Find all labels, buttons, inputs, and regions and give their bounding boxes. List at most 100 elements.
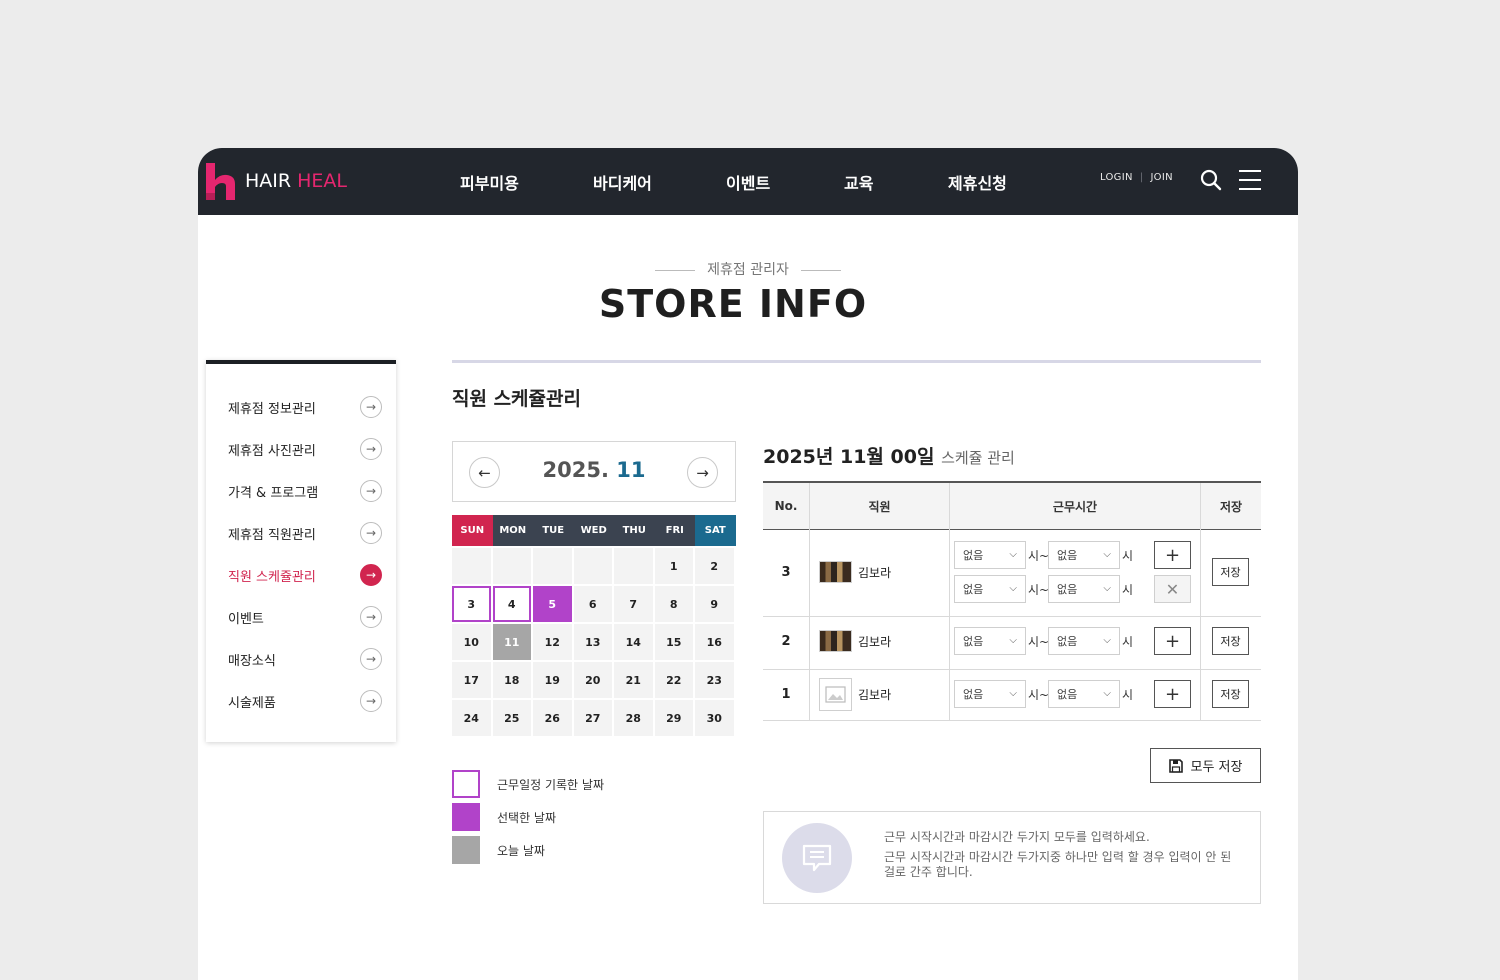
hour-unit-from: 시~ — [1028, 688, 1050, 702]
staff-cell: 김보라 — [819, 678, 891, 711]
sidebar-item-products[interactable]: 시술제품 → — [228, 688, 382, 714]
weekday-wed: WED — [573, 515, 614, 546]
calendar-day[interactable]: 23 — [695, 662, 734, 698]
start-hour-select[interactable]: 없음 ⌵ — [954, 575, 1026, 603]
add-slot-button[interactable]: + — [1154, 680, 1191, 708]
login-link[interactable]: LOGIN — [1100, 172, 1133, 183]
end-hour-select[interactable]: 없음 ⌵ — [1048, 575, 1120, 603]
calendar-day[interactable]: 18 — [492, 662, 531, 698]
weekday-mon: MON — [492, 515, 533, 546]
start-hour-select[interactable]: 없음 ⌵ — [954, 627, 1026, 655]
staff-name: 김보라 — [858, 565, 892, 580]
calendar-day[interactable]: 7 — [614, 586, 653, 622]
arrow-right-icon: → — [360, 690, 382, 712]
staff-cell: 김보라 — [819, 630, 891, 652]
calendar-day[interactable]: 5 — [533, 586, 572, 622]
legend-item-selected: 선택한 날짜 — [452, 803, 604, 831]
calendar-day[interactable]: 12 — [533, 624, 572, 660]
sidebar-item-label: 제휴점 정보관리 — [228, 401, 316, 417]
sidebar-item-staff-schedule[interactable]: 직원 스케쥴관리 → — [228, 562, 382, 588]
sidebar-item-store-info[interactable]: 제휴점 정보관리 → — [228, 394, 382, 420]
calendar-day[interactable]: 26 — [533, 700, 572, 736]
chevron-down-icon: ⌵ — [1009, 583, 1017, 594]
calendar-day[interactable]: 4 — [492, 586, 531, 622]
column-header-no: No. — [763, 483, 809, 529]
sidebar-item-price-program[interactable]: 가격 & 프로그램 → — [228, 478, 382, 504]
calendar-day[interactable]: 9 — [695, 586, 734, 622]
row-save-button[interactable]: 저장 — [1212, 558, 1249, 586]
nav-item-partnership[interactable]: 제휴신청 — [948, 170, 1007, 194]
chevron-down-icon: ⌵ — [1103, 583, 1111, 594]
calendar-day[interactable]: 21 — [614, 662, 653, 698]
sidebar-item-label: 제휴점 사진관리 — [228, 443, 316, 459]
calendar-day[interactable]: 20 — [573, 662, 612, 698]
calendar-day[interactable]: 1 — [654, 548, 693, 584]
calendar-day[interactable]: 15 — [654, 624, 693, 660]
logo[interactable]: HAIR HEAL — [206, 162, 347, 200]
calendar-day[interactable]: 27 — [573, 700, 612, 736]
nav-item-education[interactable]: 교육 — [844, 170, 873, 194]
sidebar-item-store-photos[interactable]: 제휴점 사진관리 → — [228, 436, 382, 462]
chevron-down-icon: ⌵ — [1103, 688, 1111, 699]
weekday-sat: SAT — [695, 515, 736, 546]
start-hour-select[interactable]: 없음 ⌵ — [954, 541, 1026, 569]
end-hour-select[interactable]: 없음 ⌵ — [1048, 541, 1120, 569]
row-save-button[interactable]: 저장 — [1212, 680, 1249, 708]
calendar-day[interactable]: 16 — [695, 624, 734, 660]
calendar-day[interactable]: 8 — [654, 586, 693, 622]
close-icon: ✕ — [1165, 579, 1180, 599]
end-hour-select[interactable]: 없음 ⌵ — [1048, 680, 1120, 708]
legend-swatch-selected — [452, 803, 480, 831]
calendar-day[interactable]: 13 — [573, 624, 612, 660]
join-link[interactable]: JOIN — [1150, 172, 1172, 183]
calendar-day[interactable]: 19 — [533, 662, 572, 698]
calendar-day[interactable]: 28 — [614, 700, 653, 736]
sidebar-menu: 제휴점 정보관리 → 제휴점 사진관리 → 가격 & 프로그램 → 제휴점 직원… — [206, 360, 396, 742]
add-slot-button[interactable]: + — [1154, 627, 1191, 655]
next-month-button[interactable]: → — [687, 457, 718, 488]
staff-photo — [819, 630, 852, 652]
calendar-empty-cell — [573, 548, 612, 584]
calendar-empty-cell — [533, 548, 572, 584]
nav-item-event[interactable]: 이벤트 — [726, 170, 770, 194]
sidebar-item-staff[interactable]: 제휴점 직원관리 → — [228, 520, 382, 546]
logo-mark-icon — [206, 162, 235, 200]
subtitle-rule-left — [655, 269, 696, 271]
calendar-day[interactable]: 25 — [492, 700, 531, 736]
weekday-thu: THU — [614, 515, 655, 546]
arrow-right-icon: → — [360, 648, 382, 670]
column-header-hours: 근무시간 — [950, 483, 1200, 529]
save-all-button[interactable]: 모두 저장 — [1150, 748, 1261, 783]
remove-slot-button[interactable]: ✕ — [1154, 575, 1191, 603]
calendar-day[interactable]: 14 — [614, 624, 653, 660]
staff-name: 김보라 — [858, 688, 892, 702]
calendar-day[interactable]: 29 — [654, 700, 693, 736]
nav-item-body-care[interactable]: 바디케어 — [593, 170, 652, 194]
nav-item-skin-care[interactable]: 피부미용 — [460, 170, 519, 194]
hamburger-menu-icon[interactable] — [1238, 169, 1262, 191]
arrow-right-icon: → — [360, 564, 382, 586]
sidebar-item-event[interactable]: 이벤트 → — [228, 604, 382, 630]
calendar-day[interactable]: 17 — [452, 662, 491, 698]
weekday-row: SUN MON TUE WED THU FRI SAT — [452, 515, 736, 546]
calendar-day[interactable]: 24 — [452, 700, 491, 736]
calendar-day[interactable]: 2 — [695, 548, 734, 584]
sidebar-item-store-news[interactable]: 매장소식 → — [228, 646, 382, 672]
calendar-day[interactable]: 22 — [654, 662, 693, 698]
add-slot-button[interactable]: + — [1154, 541, 1191, 569]
column-divider — [1200, 483, 1201, 721]
end-hour-select[interactable]: 없음 ⌵ — [1048, 627, 1120, 655]
calendar-legend: 근무일정 기록한 날짜 선택한 날짜 오늘 날짜 — [452, 770, 604, 869]
calendar-day[interactable]: 30 — [695, 700, 734, 736]
chevron-down-icon: ⌵ — [1009, 635, 1017, 646]
start-hour-select[interactable]: 없음 ⌵ — [954, 680, 1026, 708]
calendar-day[interactable]: 11 — [492, 624, 531, 660]
sidebar-item-label: 제휴점 직원관리 — [228, 527, 316, 543]
calendar-day[interactable]: 10 — [452, 624, 491, 660]
save-all-label: 모두 저장 — [1190, 760, 1243, 775]
calendar-day[interactable]: 3 — [452, 586, 491, 622]
calendar-day[interactable]: 6 — [573, 586, 612, 622]
link-separator: | — [1139, 172, 1144, 183]
row-save-button[interactable]: 저장 — [1212, 627, 1249, 655]
search-icon[interactable] — [1200, 169, 1222, 191]
